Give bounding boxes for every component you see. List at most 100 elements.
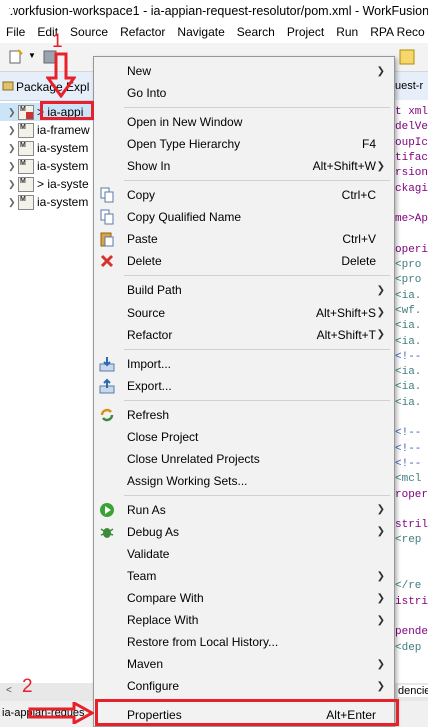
code-line: <ia. [395, 396, 422, 409]
code-line: <mcl [395, 473, 422, 486]
menu-item-replace-with[interactable]: Replace With ❯ [94, 609, 394, 631]
menu-item-label: Restore from Local History... [127, 635, 279, 650]
menu-item-shortcut: F4 [361, 137, 376, 152]
tree-item-project[interactable]: ❯ M > ia-syste [0, 175, 93, 193]
code-line: <!-- [395, 457, 422, 470]
tree-item-label: > ia-syste [37, 177, 89, 191]
menu-item-label: Delete [127, 254, 162, 269]
menu-item-configure[interactable]: Configure ❯ [94, 675, 394, 697]
menu-item-label: Copy Qualified Name [127, 210, 242, 225]
menu-item-import[interactable]: Import... [94, 353, 394, 375]
menu-item-show-in[interactable]: Show In Alt+Shift+W ❯ [94, 155, 394, 177]
expand-arrow-icon[interactable]: ❯ [8, 179, 18, 190]
menu-file[interactable]: File [0, 25, 31, 39]
menu-item-label: Refresh [127, 407, 170, 422]
expand-arrow-icon[interactable]: ❯ [8, 143, 18, 154]
tree-item-project[interactable]: ❯ M ia-system [0, 193, 93, 211]
menu-item-refresh[interactable]: Refresh [94, 404, 394, 426]
menu-search[interactable]: Search [231, 25, 281, 39]
menu-refactor[interactable]: Refactor [114, 25, 171, 39]
new-dropdown-icon[interactable]: ▼ [28, 51, 36, 60]
submenu-arrow-icon: ❯ [376, 658, 385, 670]
maven-project-icon: M [18, 176, 34, 192]
menu-item-close-project[interactable]: Close Project [94, 426, 394, 448]
menu-rpa-recorder[interactable]: RPA Reco [364, 25, 428, 39]
menu-item-team[interactable]: Team ❯ [94, 565, 394, 587]
editor-area[interactable]: uest-r t xml delVe oupIc tifac rsion ckagi me>… [393, 72, 428, 682]
menu-item-run-as[interactable]: Run As ❯ [94, 499, 394, 521]
scroll-left-icon[interactable]: < [6, 685, 12, 696]
menu-item-new[interactable]: New ❯ [94, 60, 394, 82]
tree-item-label: ia-system [37, 195, 89, 209]
menu-item-label: Open Type Hierarchy [127, 137, 241, 152]
submenu-arrow-icon: ❯ [376, 329, 385, 341]
menu-item-label: Validate [127, 547, 170, 561]
code-line: istri [395, 595, 428, 608]
menu-item-label: Close Project [127, 429, 199, 444]
menu-item-label: Assign Working Sets... [127, 473, 248, 488]
submenu-arrow-icon: ❯ [376, 592, 385, 604]
menu-project[interactable]: Project [281, 25, 330, 39]
export-icon [99, 378, 115, 394]
submenu-arrow-icon: ❯ [376, 284, 385, 296]
code-line: t xml [395, 106, 428, 118]
rpa-recorder-icon[interactable] [399, 49, 415, 65]
dependencies-tab[interactable]: dencie [398, 685, 428, 697]
menu-item-maven[interactable]: Maven ❯ [94, 653, 394, 675]
menu-item-export[interactable]: Export... [94, 375, 394, 397]
menu-item-label: Export... [127, 378, 172, 393]
menu-item-shortcut: Alt+Shift+T [316, 327, 376, 342]
submenu-arrow-icon: ❯ [376, 65, 385, 77]
debug-icon [99, 524, 115, 540]
menu-item-label: Close Unrelated Projects [127, 451, 260, 466]
expand-arrow-icon[interactable]: ❯ [8, 161, 18, 172]
menu-item-compare-with[interactable]: Compare With ❯ [94, 587, 394, 609]
menu-item-copy[interactable]: Copy Ctrl+C [94, 184, 394, 206]
menu-separator [124, 275, 390, 277]
editor-tab[interactable]: uest-r [393, 72, 428, 100]
code-line: <dep [395, 641, 422, 654]
menu-run[interactable]: Run [330, 25, 364, 39]
menu-source[interactable]: Source [64, 25, 114, 39]
menu-item-copy-qualified-name[interactable]: Copy Qualified Name [94, 206, 394, 228]
menu-item-build-path[interactable]: Build Path ❯ [94, 279, 394, 301]
menu-item-assign-working-sets[interactable]: Assign Working Sets... [94, 470, 394, 492]
title-bar: workfusion-workspace1 - ia-appian-reques… [0, 0, 428, 22]
expand-arrow-icon[interactable]: ❯ [8, 125, 18, 136]
code-line: <!-- [395, 427, 422, 440]
code-line: stril [395, 519, 428, 532]
new-file-icon[interactable] [8, 49, 24, 65]
menu-item-delete[interactable]: Delete Delete [94, 250, 394, 272]
context-menu: New ❯ Go Into Open in New Window Open Type H… [93, 56, 395, 727]
right-arrow-annotation-icon [28, 702, 94, 724]
code-line: tifac [395, 151, 428, 164]
menu-item-open-type-hierarchy[interactable]: Open Type Hierarchy F4 [94, 133, 394, 155]
code-line: <!-- [395, 442, 422, 455]
menu-item-label: Build Path [127, 283, 182, 298]
menu-item-open-in-new-window[interactable]: Open in New Window [94, 111, 394, 133]
expand-arrow-icon[interactable]: ❯ [8, 197, 18, 208]
menu-item-close-unrelated-projects[interactable]: Close Unrelated Projects [94, 448, 394, 470]
menu-item-restore-from-local-history[interactable]: Restore from Local History... [94, 631, 394, 653]
tree-item-project[interactable]: ❯ M ia-system [0, 139, 93, 157]
menu-item-label: Compare With [127, 591, 204, 606]
menu-item-go-into[interactable]: Go Into [94, 82, 394, 104]
tree-item-project[interactable]: ❯ M ia-framew [0, 121, 93, 139]
expand-arrow-icon[interactable]: ❯ [8, 107, 18, 118]
editor-tab-title: uest-r [395, 80, 424, 92]
code-line: pende [395, 626, 428, 639]
menu-navigate[interactable]: Navigate [171, 25, 230, 39]
code-line: operi [395, 243, 428, 256]
submenu-arrow-icon: ❯ [376, 307, 385, 318]
tree-item-project[interactable]: ❯ M ia-system [0, 157, 93, 175]
menu-item-refactor[interactable]: Refactor Alt+Shift+T ❯ [94, 324, 394, 346]
menu-item-label: Show In [127, 159, 171, 174]
menu-item-debug-as[interactable]: Debug As ❯ [94, 521, 394, 543]
menu-item-label: Copy [127, 188, 156, 203]
maven-project-icon: M [18, 158, 34, 174]
menu-item-validate[interactable]: Validate [94, 543, 394, 565]
menu-item-shortcut: Ctrl+C [341, 188, 376, 203]
copy-icon [99, 187, 115, 203]
menu-item-paste[interactable]: Paste Ctrl+V [94, 228, 394, 250]
menu-item-source[interactable]: Source Alt+Shift+S ❯ [94, 302, 394, 324]
